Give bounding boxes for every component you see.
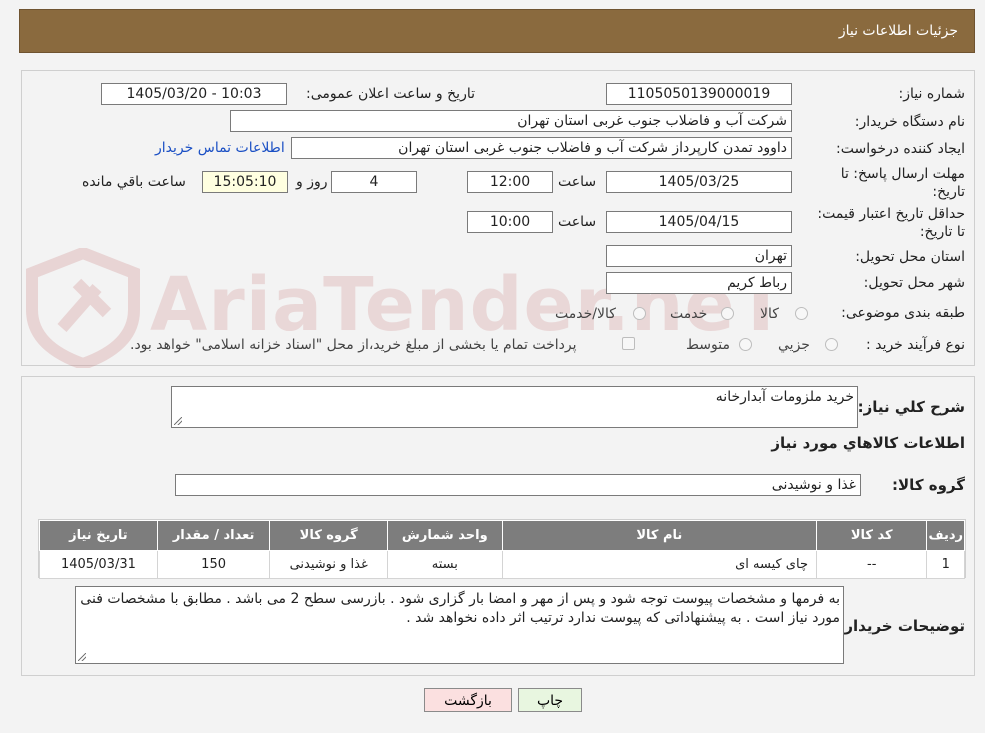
category-both-radio[interactable] — [633, 307, 646, 320]
category-label: طبقه بندی موضوعی: — [841, 305, 965, 321]
category-both-label: کالا/خدمت — [555, 306, 616, 322]
days-label: روز و — [296, 174, 328, 190]
reply-time-label: ساعت — [558, 174, 597, 190]
cell-name: چای کیسه ای — [501, 550, 817, 579]
col-name: نام كالا — [501, 520, 817, 551]
delivery-province-label: استان محل تحویل: — [855, 249, 965, 265]
category-service-label: خدمت — [670, 306, 708, 322]
page-header: جزئیات اطلاعات نیاز — [19, 9, 975, 53]
validity-time-label: ساعت — [558, 214, 597, 230]
announce-datetime-field: 1405/03/20 - 10:03 — [101, 83, 287, 105]
page-title: جزئیات اطلاعات نیاز — [838, 23, 958, 39]
treasury-payment-note: پرداخت تمام یا بخشی از مبلغ خرید،از محل … — [130, 337, 577, 353]
delivery-city-field: رباط کریم — [606, 272, 792, 294]
cell-row: 1 — [926, 550, 965, 579]
purchase-partial-label: جزیي — [778, 337, 810, 353]
validity-time-field: 10:00 — [467, 211, 553, 233]
col-qty: تعداد / مقدار — [156, 520, 271, 551]
col-group: گروه كالا — [269, 520, 388, 551]
summary-text: خرید ملزومات آبدارخانه — [715, 389, 854, 405]
cell-group: غذا و نوشیدنی — [269, 550, 388, 579]
cell-unit: بسته — [386, 550, 503, 579]
purchase-medium-label: متوسط — [686, 337, 730, 353]
table-header-row: رديف كد كالا نام كالا واحد شمارش گروه كا… — [39, 520, 965, 551]
buyer-org-field: شرکت آب و فاضلاب جنوب غربی استان تهران — [230, 110, 792, 132]
cell-code: -- — [815, 550, 928, 579]
price-validity-label: حداقل تاریخ اعتبار قیمت: تا تاریخ: — [817, 206, 965, 240]
col-row: رديف — [926, 520, 965, 551]
cell-date: 1405/03/31 — [39, 550, 158, 579]
col-unit: واحد شمارش — [386, 520, 503, 551]
print-button[interactable]: چاپ — [518, 688, 582, 712]
days-field: 4 — [331, 171, 417, 193]
col-code: كد كالا — [815, 520, 928, 551]
resize-handle-icon[interactable] — [174, 417, 182, 425]
purchase-type-label: نوع فرآیند خرید : — [866, 337, 965, 353]
category-goods-radio[interactable] — [795, 307, 808, 320]
delivery-province-field: تهران — [606, 245, 792, 267]
buyer-org-label: نام دستگاه خریدار: — [854, 114, 965, 130]
goods-group-field: غذا و نوشیدنی — [175, 474, 861, 496]
table-row: 1 -- چای کیسه ای بسته غذا و نوشیدنی 150 … — [39, 550, 965, 579]
summary-textarea[interactable]: خرید ملزومات آبدارخانه — [171, 386, 858, 428]
purchase-partial-radio[interactable] — [825, 338, 838, 351]
treasury-payment-checkbox[interactable] — [622, 337, 635, 350]
delivery-city-label: شهر محل تحویل: — [863, 275, 965, 291]
category-goods-label: کالا — [760, 306, 779, 322]
back-button[interactable]: بازگشت — [424, 688, 512, 712]
goods-group-label: گروه كالا: — [892, 476, 965, 494]
items-table: رديف كد كالا نام كالا واحد شمارش گروه كا… — [39, 520, 965, 579]
summary-label: شرح كلي نياز: — [857, 398, 965, 416]
buyer-notes-textarea[interactable]: به فرمها و مشخصات پیوست توجه شود و پس از… — [75, 586, 844, 664]
buyer-notes-label: توضيحات خريدار: — [838, 617, 965, 635]
announce-datetime-label: تاریخ و ساعت اعلان عمومی: — [306, 86, 475, 102]
purchase-medium-radio[interactable] — [739, 338, 752, 351]
need-number-field: 1105050139000019 — [606, 83, 792, 105]
reply-time-field: 12:00 — [467, 171, 553, 193]
reply-date-field: 1405/03/25 — [606, 171, 792, 193]
resize-handle-icon[interactable] — [78, 653, 86, 661]
requester-label: ایجاد کننده درخواست: — [836, 141, 965, 157]
buyer-notes-text: به فرمها و مشخصات پیوست توجه شود و پس از… — [80, 591, 840, 626]
goods-info-title: اطلاعات كالاهاي مورد نياز — [771, 434, 965, 452]
buyer-contact-link[interactable]: اطلاعات تماس خریدار — [155, 140, 285, 156]
remaining-label: ساعت باقي مانده — [82, 174, 186, 190]
validity-date-field: 1405/04/15 — [606, 211, 792, 233]
cell-qty: 150 — [156, 550, 271, 579]
items-table-wrap: رديف كد كالا نام كالا واحد شمارش گروه كا… — [38, 519, 966, 579]
remaining-time-field: 15:05:10 — [202, 171, 288, 193]
watermark-logo — [22, 246, 144, 371]
category-service-radio[interactable] — [721, 307, 734, 320]
need-number-label: شماره نیاز: — [898, 86, 966, 102]
col-date: تاريخ نياز — [39, 520, 158, 551]
requester-field: داوود تمدن کارپرداز شرکت آب و فاضلاب جنو… — [291, 137, 792, 159]
reply-deadline-label: مهلت ارسال پاسخ: تا تاریخ: — [840, 166, 965, 200]
